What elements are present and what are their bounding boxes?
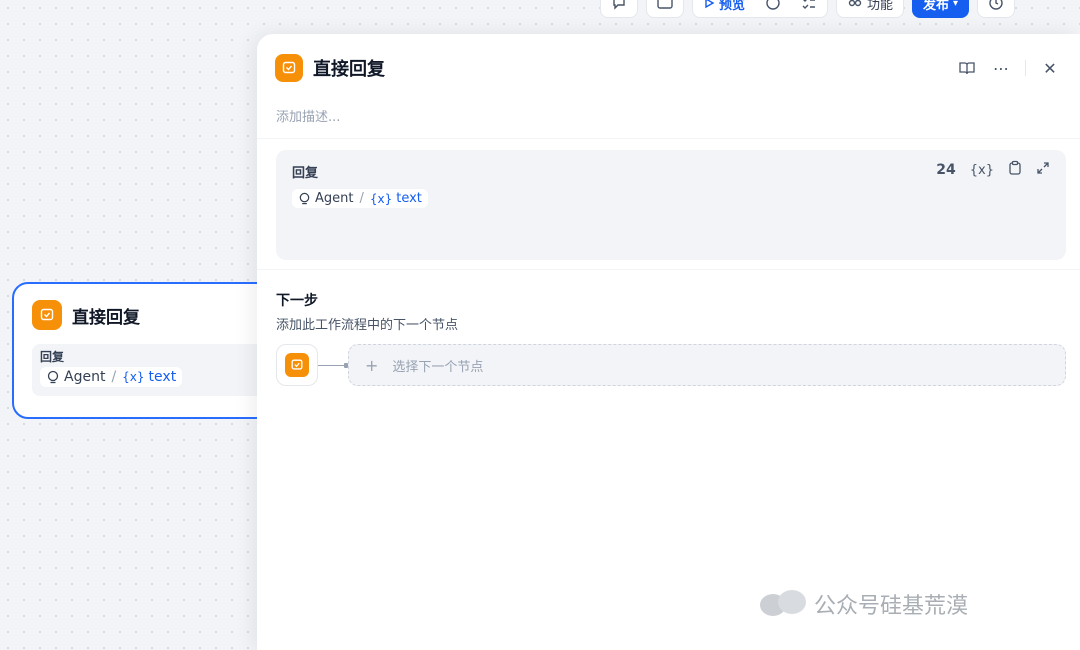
chat-icon: [613, 0, 625, 10]
clipboard-icon: [1009, 160, 1021, 175]
docs-button[interactable]: [957, 58, 977, 78]
answer-node-icon: [275, 54, 303, 82]
watermark-text: 公众号硅基荒漠: [814, 594, 969, 619]
reply-var-name: text: [396, 191, 422, 206]
checklist-button[interactable]: [791, 0, 827, 17]
chevron-down-icon: ▾: [953, 0, 959, 9]
node-settings-panel: 直接回复 ⋯ ✕ 添加描述... 回复 24 {x} Agent / {x} t…: [257, 34, 1080, 650]
description-input[interactable]: 添加描述...: [276, 106, 340, 125]
clock-icon: [989, 0, 1003, 10]
expand-icon: [1037, 162, 1049, 174]
path-separator: /: [359, 191, 364, 206]
current-node-badge: [276, 344, 318, 386]
header-divider: [257, 138, 1080, 139]
publish-button[interactable]: 发布 ▾: [912, 0, 970, 18]
node-reply-preview: 回复 Agent / {x} text: [32, 344, 272, 396]
agent-icon: [299, 192, 310, 205]
reply-toolbar: 24 {x}: [936, 160, 1050, 180]
more-button[interactable]: ⋯: [991, 58, 1011, 78]
node-var-name: text: [148, 369, 177, 385]
canvas-node-direct-reply[interactable]: 直接回复 回复 Agent / {x} text: [12, 282, 272, 419]
chat-history-button[interactable]: [600, 0, 638, 18]
panel-header: 直接回复: [275, 54, 385, 82]
reply-content[interactable]: Agent / {x} text: [292, 189, 1050, 209]
play-icon: [705, 0, 715, 9]
close-icon: ✕: [1043, 58, 1057, 78]
panel-actions: ⋯ ✕: [957, 58, 1060, 78]
action-separator: [1025, 60, 1026, 76]
node-connector: [318, 362, 348, 368]
reply-variable-chip[interactable]: Agent / {x} text: [292, 189, 428, 208]
answer-node-icon: [32, 300, 62, 330]
next-step-description: 添加此工作流程中的下一个节点: [276, 318, 459, 333]
preview-button[interactable]: 预览: [693, 0, 755, 17]
next-step-title: 下一步: [276, 293, 318, 309]
history-play-icon: [766, 0, 780, 10]
features-button[interactable]: 功能: [836, 0, 905, 18]
features-icon: [848, 0, 862, 7]
node-variable-chip: Agent / {x} text: [40, 367, 183, 387]
version-history-button[interactable]: [977, 0, 1016, 18]
copy-button[interactable]: [1008, 160, 1022, 180]
close-button[interactable]: ✕: [1040, 58, 1060, 78]
reply-editor[interactable]: 回复 24 {x} Agent / {x} text: [276, 150, 1066, 260]
path-separator: /: [111, 369, 117, 385]
node-title: 直接回复: [72, 307, 140, 328]
wechat-logo-icon: [760, 588, 808, 620]
book-icon: [959, 62, 975, 75]
char-count: 24: [936, 162, 956, 178]
preview-group: 预览: [692, 0, 829, 18]
preview-label: 预览: [719, 0, 746, 13]
run-history-button[interactable]: [755, 0, 791, 17]
node-var-source: Agent: [64, 369, 106, 385]
select-next-label: 选择下一个节点: [392, 359, 484, 375]
insert-variable-button[interactable]: {x}: [970, 163, 994, 178]
variable-icon: {x}: [122, 370, 145, 384]
env-button[interactable]: [646, 0, 684, 18]
next-step-row: + 选择下一个节点: [276, 344, 1066, 386]
watermark: 公众号硅基荒漠: [760, 588, 968, 620]
agent-icon: [47, 370, 59, 384]
publish-label: 发布: [923, 0, 950, 13]
variable-icon: {x}: [369, 191, 393, 206]
plus-icon: +: [365, 355, 379, 375]
node-header: 直接回复: [32, 300, 252, 330]
expand-button[interactable]: [1036, 161, 1050, 179]
answer-node-icon: [285, 353, 309, 377]
checklist-icon: [802, 0, 816, 9]
env-icon: [657, 0, 673, 9]
top-toolbar: 预览 功能 发布 ▾: [600, 0, 1016, 18]
reply-var-source: Agent: [315, 191, 354, 206]
more-dots-icon: ⋯: [993, 58, 1009, 78]
select-next-node-button[interactable]: + 选择下一个节点: [348, 344, 1066, 386]
section-divider: [257, 269, 1080, 270]
panel-title[interactable]: 直接回复: [313, 55, 385, 81]
features-label: 功能: [867, 0, 894, 13]
node-reply-label: 回复: [40, 350, 65, 364]
